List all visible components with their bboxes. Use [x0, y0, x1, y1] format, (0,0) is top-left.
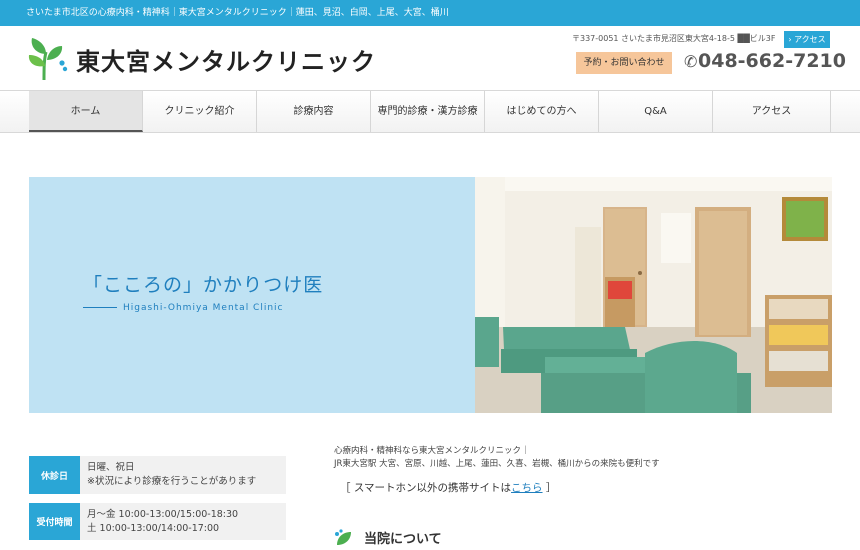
phone-number-text: 048-662-7210	[698, 50, 846, 72]
mobile-note-prefix: ［ スマートホン以外の携帯サイトは	[340, 482, 512, 494]
nav-item-access[interactable]: アクセス	[713, 91, 831, 132]
nav-item-qa[interactable]: Q&A	[599, 91, 713, 132]
nav-item-services[interactable]: 診療内容	[257, 91, 371, 132]
phone-number[interactable]: ✆048-662-7210	[684, 50, 846, 72]
closed-days-label: 休診日	[29, 456, 80, 494]
nav-item-specialty[interactable]: 専門的診療・漢方診療	[371, 91, 485, 132]
hero-title: 「こころの」かかりつけ医	[83, 274, 324, 296]
closed-days-line: 日曜、祝日	[87, 462, 135, 473]
nav-item-first-visit[interactable]: はじめての方へ	[485, 91, 599, 132]
hero-banner: 「こころの」かかりつけ医 Higashi-Ohmiya Mental Clini…	[29, 177, 832, 413]
about-title: 当院について	[364, 532, 442, 547]
hero-subtitle: Higashi-Ohmiya Mental Clinic	[83, 303, 284, 313]
mobile-note-suffix: ］	[542, 482, 557, 494]
leaf-icon	[335, 529, 351, 545]
header: 東大宮メンタルクリニック 〒337-0051 さいたま市見沼区東大宮4-18-5…	[0, 26, 860, 90]
hero-subtitle-text: Higashi-Ohmiya Mental Clinic	[123, 303, 284, 313]
mobile-site-note: ［ スマートホン以外の携帯サイトはこちら ］	[340, 480, 556, 495]
closed-days-value: 日曜、祝日 ※状況により診療を行うことがあります	[87, 461, 256, 489]
waiting-room-photo	[475, 177, 832, 413]
reception-hours-label: 受付時間	[29, 503, 80, 540]
info-reception-hours: 受付時間 月～金 10:00-13:00/15:00-18:30 土 10:00…	[29, 503, 286, 540]
nav-item-home[interactable]: ホーム	[29, 91, 143, 132]
nav-item-clinic-intro[interactable]: クリニック紹介	[143, 91, 257, 132]
clinic-name[interactable]: 東大宮メンタルクリニック	[76, 42, 376, 77]
intro-line-2: JR東大宮駅 大宮、宮原、川越、上尾、蓮田、久喜、岩槻、桶川からの来院も便利です	[334, 459, 660, 469]
top-bar: さいたま市北区の心療内科・精神科｜東大宮メンタルクリニック｜蓮田、見沼、白岡、上…	[0, 0, 860, 26]
access-button[interactable]: › アクセス	[784, 31, 830, 48]
intro-line-1: 心療内科・精神科なら東大宮メンタルクリニック｜	[334, 446, 530, 456]
top-bar-text: さいたま市北区の心療内科・精神科｜東大宮メンタルクリニック｜蓮田、見沼、白岡、上…	[26, 8, 449, 18]
clinic-address: 〒337-0051 さいたま市見沼区東大宮4-18-5 ██ビル3F	[572, 34, 776, 43]
leaf-logo-icon[interactable]	[28, 36, 68, 82]
main-nav: ホーム クリニック紹介 診療内容 専門的診療・漢方診療 はじめての方へ Q&A …	[0, 90, 860, 133]
closed-days-note: ※状況により診療を行うことがあります	[87, 476, 257, 487]
reception-hours-weekday: 月～金 10:00-13:00/15:00-18:30	[87, 509, 239, 520]
reception-hours-saturday: 土 10:00-13:00/14:00-17:00	[87, 523, 220, 534]
contact-button[interactable]: 予約・お問い合わせ	[576, 52, 672, 74]
hero-text-panel: 「こころの」かかりつけ医 Higashi-Ohmiya Mental Clini…	[29, 177, 475, 413]
reception-hours-value: 月～金 10:00-13:00/15:00-18:30 土 10:00-13:0…	[87, 508, 238, 536]
mobile-site-link[interactable]: こちら	[511, 482, 543, 494]
info-closed-days: 休診日 日曜、祝日 ※状況により診療を行うことがあります	[29, 456, 286, 494]
intro-text: 心療内科・精神科なら東大宮メンタルクリニック｜ JR東大宮駅 大宮、宮原、川越、…	[334, 445, 660, 471]
phone-icon: ✆	[684, 52, 698, 71]
